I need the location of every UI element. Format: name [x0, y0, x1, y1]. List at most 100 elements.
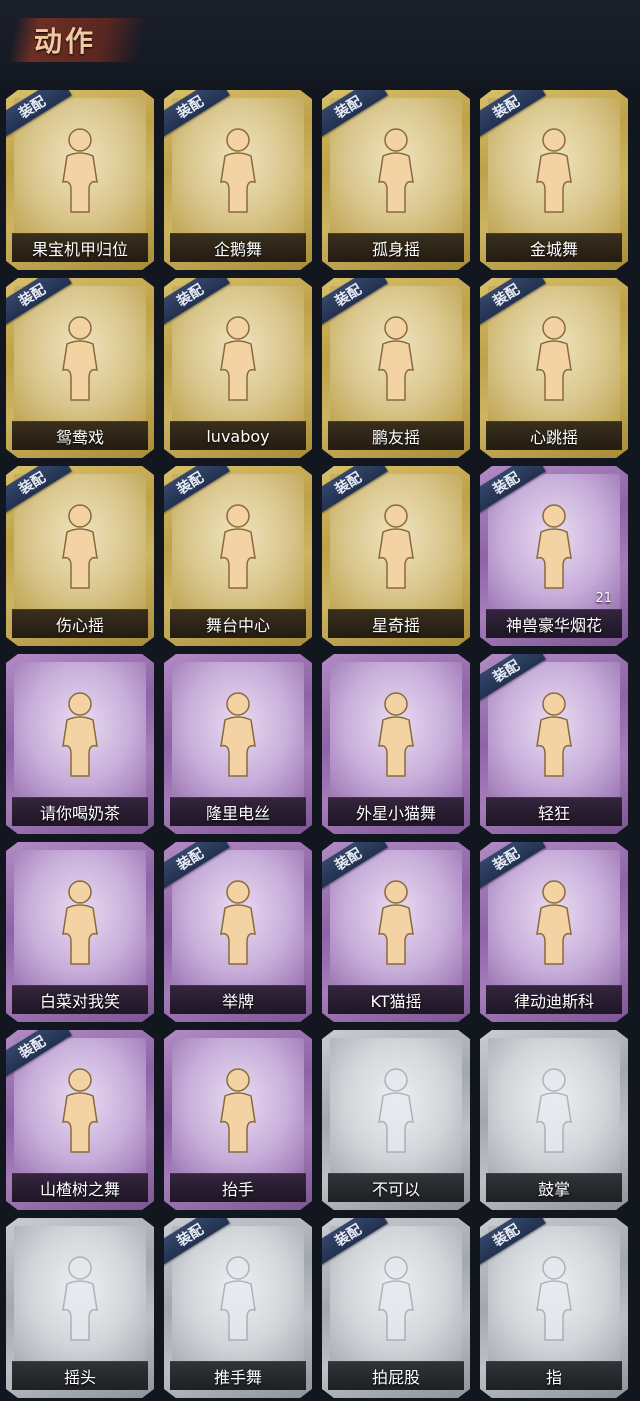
emote-card[interactable]: 装配 企鹅舞	[164, 90, 312, 270]
emote-card[interactable]: 装配 举牌	[164, 842, 312, 1022]
figure-pose-icon	[203, 496, 273, 596]
card-label: 白菜对我笑	[39, 992, 120, 1011]
card-label: 推手舞	[213, 1368, 262, 1387]
card-label: 鼓掌	[537, 1180, 570, 1199]
card-label: 不可以	[371, 1180, 420, 1199]
card-label-bar: 拍屁股	[328, 1361, 464, 1390]
emote-card[interactable]: 外星小猫舞	[322, 654, 470, 834]
horned-girl-icon	[519, 684, 589, 784]
card-label: 星奇摇	[371, 616, 420, 635]
card-label-bar: 摇头	[12, 1361, 148, 1390]
card-label-bar: 鼓掌	[486, 1173, 622, 1202]
emote-card[interactable]: 装配 孤身摇	[322, 90, 470, 270]
emote-card[interactable]: 装配指	[480, 1218, 628, 1398]
card-label: 抬手	[221, 1180, 254, 1199]
figure-dance-icon	[203, 120, 273, 220]
page-title: 动作	[34, 25, 97, 58]
emote-card[interactable]: 装配 KT猫摇	[322, 842, 470, 1022]
emote-card[interactable]: 装配 星奇摇	[322, 466, 470, 646]
emote-card[interactable]: 装配 律动迪斯科	[480, 842, 628, 1022]
card-label-bar: 鸳鸯戏	[12, 421, 148, 450]
card-label: 孤身摇	[371, 240, 420, 259]
figure-point-icon	[361, 496, 431, 596]
emote-card[interactable]: 鼓掌	[480, 1030, 628, 1210]
card-label: 果宝机甲归位	[31, 240, 128, 259]
figure-dance-icon	[361, 684, 431, 784]
card-label: 舞台中心	[205, 616, 270, 635]
card-label: 摇头	[63, 1368, 96, 1387]
figure-cross-arms-icon	[203, 308, 273, 408]
emote-card[interactable]: 装配 金城舞	[480, 90, 628, 270]
card-label-bar: 果宝机甲归位	[12, 233, 148, 262]
card-label: 外星小猫舞	[355, 804, 436, 823]
emote-card[interactable]: 不可以	[322, 1030, 470, 1210]
card-label-bar: 金城舞	[486, 233, 622, 262]
card-label-bar: 不可以	[328, 1173, 464, 1202]
emote-card[interactable]: 装配 伤心摇	[6, 466, 154, 646]
emote-card[interactable]: 请你喝奶茶	[6, 654, 154, 834]
card-label: 鹏友摇	[371, 428, 420, 447]
emote-card[interactable]: 隆里电丝	[164, 654, 312, 834]
figure-music-icon	[361, 872, 431, 972]
card-label: 轻狂	[537, 804, 570, 823]
card-label: 心跳摇	[529, 428, 578, 447]
emote-card[interactable]: 装配 鸳鸯戏	[6, 278, 154, 458]
figure-music-icon	[45, 308, 115, 408]
figure-dance-icon	[203, 1248, 273, 1348]
emote-card[interactable]: 装配 果宝机甲归位	[6, 90, 154, 270]
card-label: 神兽豪华烟花	[505, 616, 602, 635]
card-label: 请你喝奶茶	[39, 804, 120, 823]
card-label: 隆里电丝	[205, 804, 270, 823]
card-label-bar: 轻狂	[486, 797, 622, 826]
card-label-bar: 指	[486, 1361, 622, 1390]
card-label: 鸳鸯戏	[55, 428, 104, 447]
figure-stars-icon	[361, 120, 431, 220]
figure-point-icon	[361, 308, 431, 408]
figure-arms-out-icon	[203, 1060, 273, 1160]
card-label-bar: 伤心摇	[12, 609, 148, 638]
card-label-bar: 推手舞	[170, 1361, 306, 1390]
figure-sign-icon	[203, 872, 273, 972]
emote-card[interactable]: 白菜对我笑	[6, 842, 154, 1022]
figure-wave-icon	[519, 120, 589, 220]
figure-arm-up-icon	[519, 308, 589, 408]
fireworks-icon	[519, 496, 589, 596]
card-label-bar: 舞台中心	[170, 609, 306, 638]
figure-arm-up-icon	[45, 1060, 115, 1160]
figure-music-icon	[203, 684, 273, 784]
figure-heart-icon	[45, 496, 115, 596]
emote-card[interactable]: 装配 21 神兽豪华烟花	[480, 466, 628, 646]
emote-card[interactable]: 抬手	[164, 1030, 312, 1210]
card-label-bar: 孤身摇	[328, 233, 464, 262]
card-label-bar: KT猫摇	[328, 985, 464, 1014]
card-label: 企鹅舞	[213, 240, 262, 259]
card-label-bar: luvaboy	[170, 421, 306, 450]
emote-card[interactable]: 装配 鹏友摇	[322, 278, 470, 458]
emote-card[interactable]: 装配 山楂树之舞	[6, 1030, 154, 1210]
emote-card[interactable]: 装配 舞台中心	[164, 466, 312, 646]
item-count: 21	[595, 591, 612, 606]
emote-grid: 装配 果宝机甲归位 装配 企鹅舞 装配 孤身摇 装配 金城舞装配 鸳鸯戏 装配 luvaboy 装配鹏…	[6, 90, 628, 1398]
clap-icon	[519, 1060, 589, 1160]
emote-card[interactable]: 摇头	[6, 1218, 154, 1398]
card-label: 律动迪斯科	[513, 992, 594, 1011]
emote-card[interactable]: 装配 推手舞	[164, 1218, 312, 1398]
figure-pose-icon	[361, 1248, 431, 1348]
figure-arms-out-icon	[45, 120, 115, 220]
card-label-bar: 抬手	[170, 1173, 306, 1202]
card-label-bar: 外星小猫舞	[328, 797, 464, 826]
card-label-bar: 神兽豪华烟花	[486, 609, 622, 638]
emote-card[interactable]: 装配 轻狂	[480, 654, 628, 834]
card-label: 举牌	[221, 992, 254, 1011]
card-label: 拍屁股	[371, 1368, 420, 1387]
emote-card[interactable]: 装配 拍屁股	[322, 1218, 470, 1398]
emote-card[interactable]: 装配 心跳摇	[480, 278, 628, 458]
card-label-bar: 白菜对我笑	[12, 985, 148, 1014]
card-label-bar: 鹏友摇	[328, 421, 464, 450]
figure-sign-icon	[45, 684, 115, 784]
figure-cross-arms-icon	[45, 872, 115, 972]
card-label: 山楂树之舞	[39, 1180, 120, 1199]
emote-card[interactable]: 装配 luvaboy	[164, 278, 312, 458]
card-label-bar: 举牌	[170, 985, 306, 1014]
card-label-bar: 请你喝奶茶	[12, 797, 148, 826]
